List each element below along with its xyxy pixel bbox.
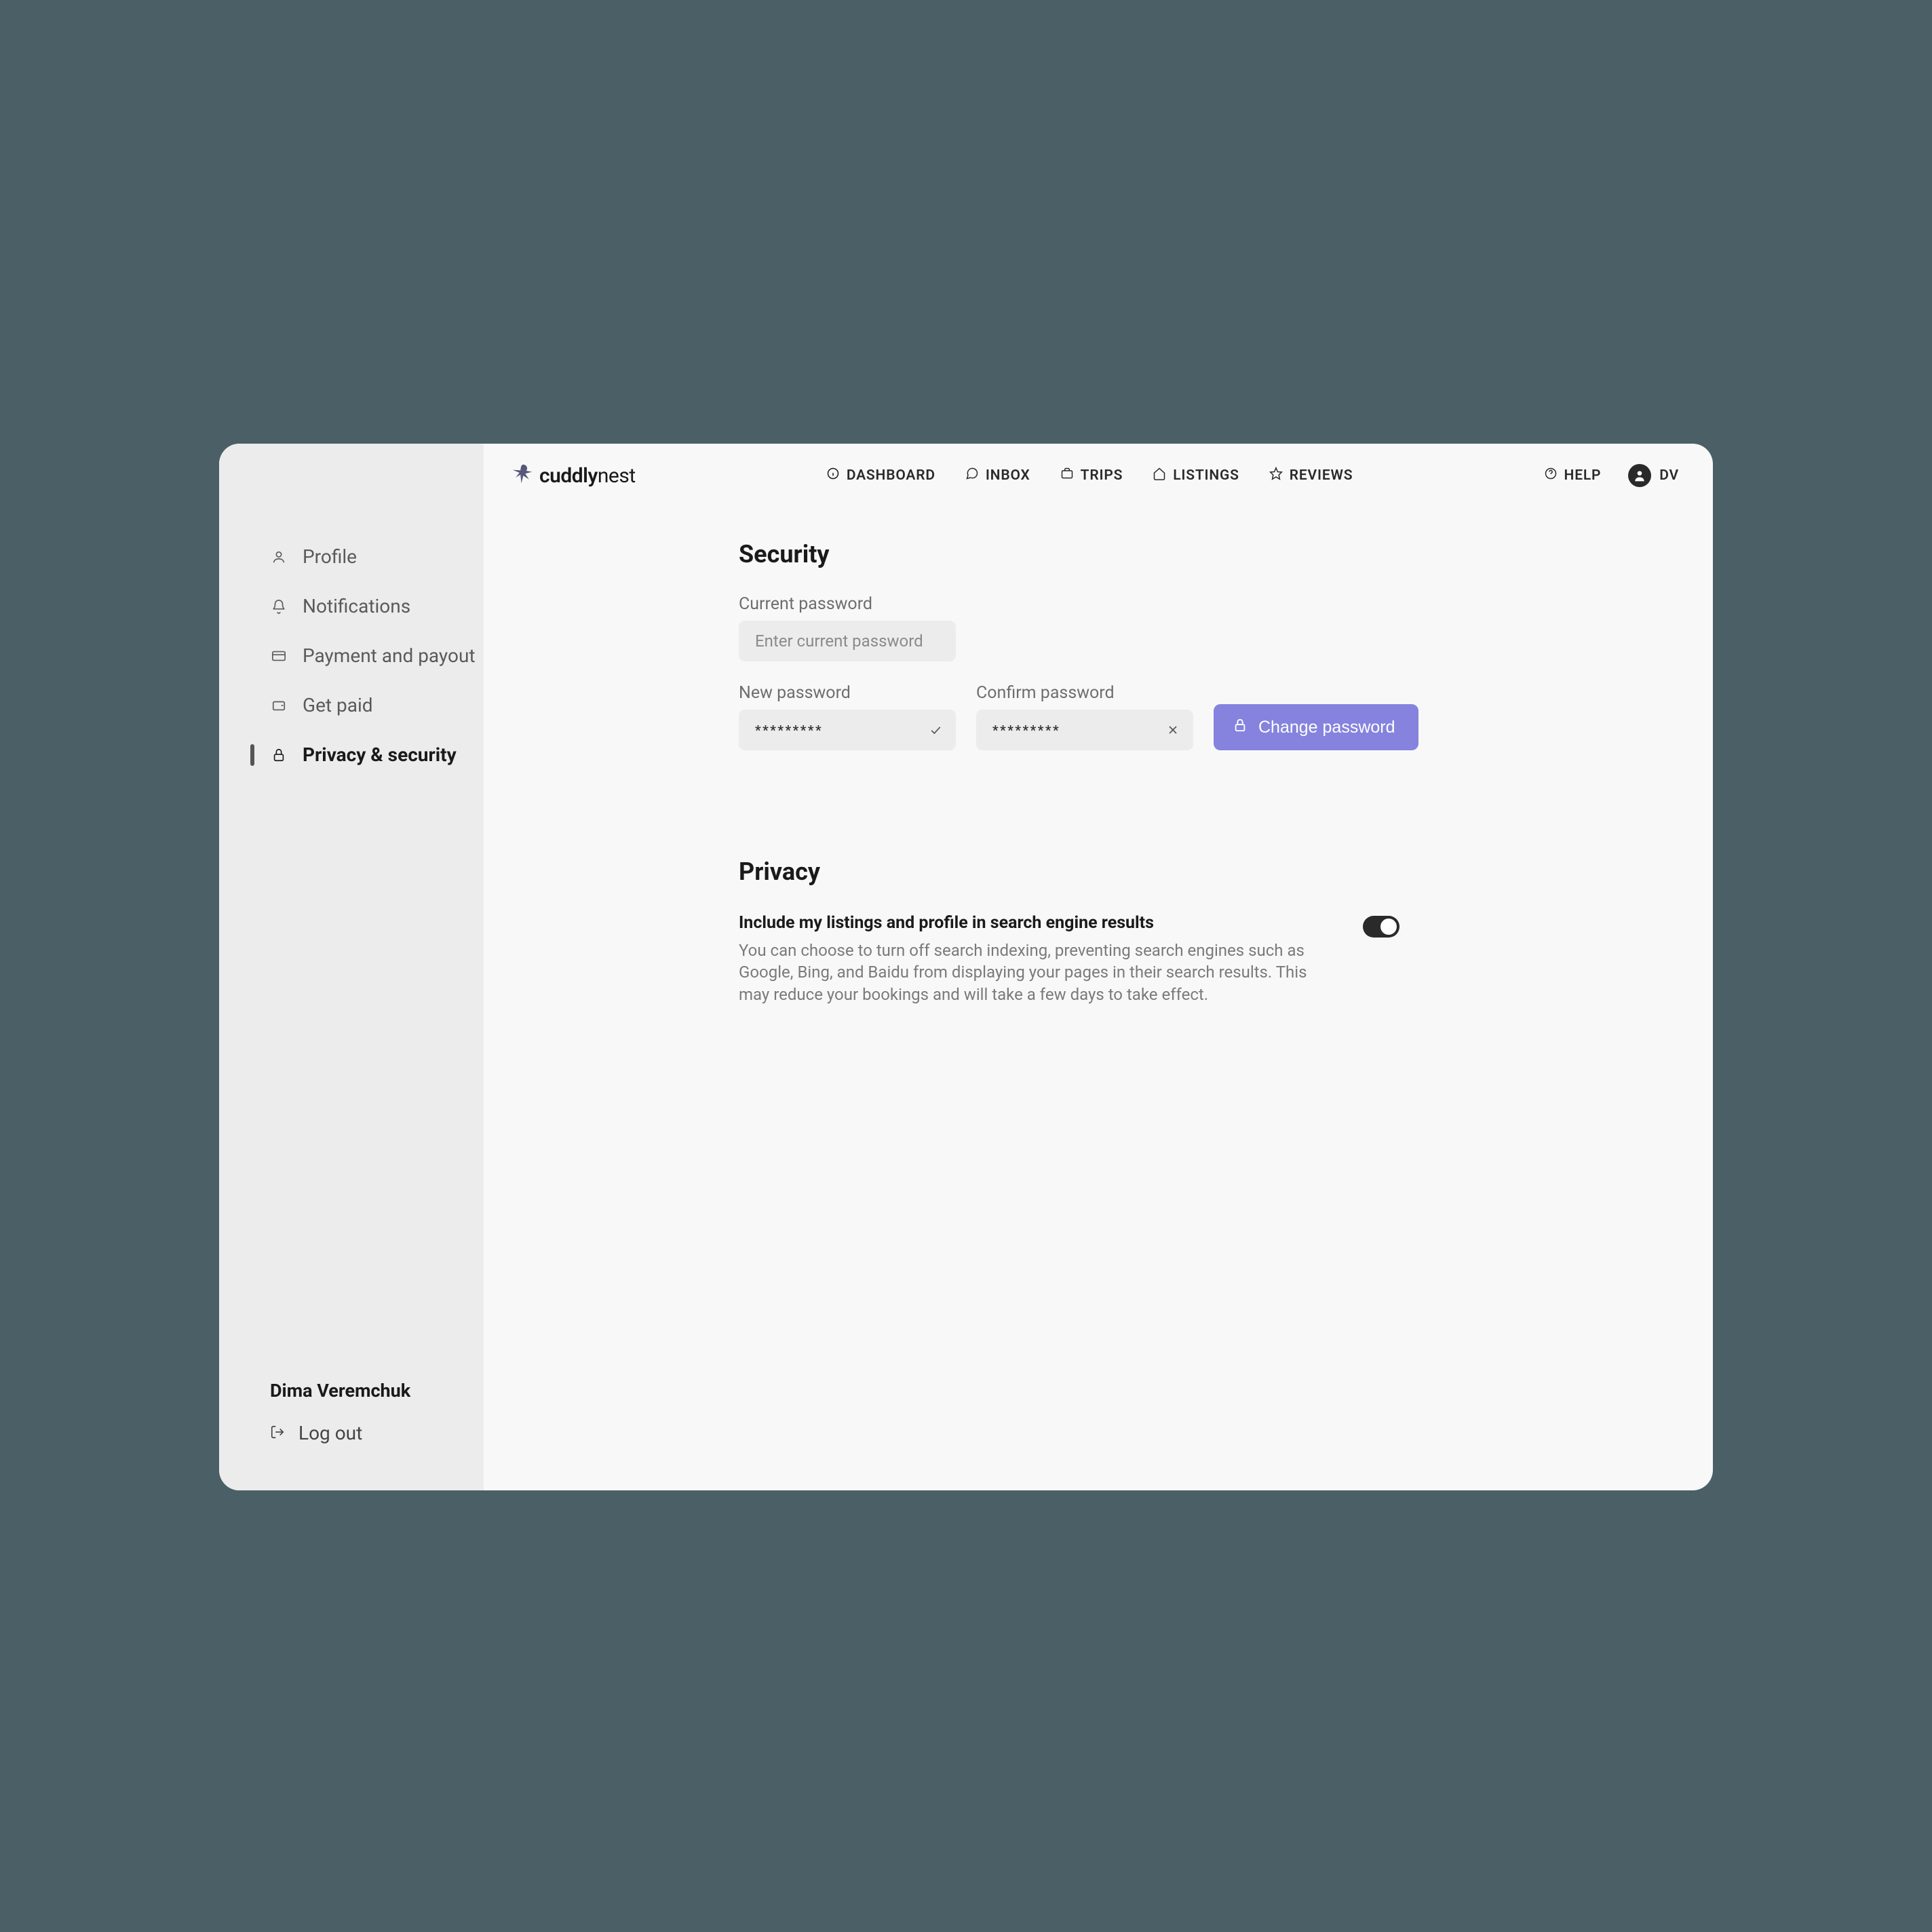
privacy-title: Privacy [739,857,1610,886]
confirm-password-input[interactable]: ********* [976,710,1193,750]
bell-icon [270,598,288,615]
app-window: Profile Notifications Payment and payout… [219,444,1713,1490]
sidebar-item-label: Profile [303,545,357,568]
toggle-knob [1380,919,1397,935]
content: Security Current password New password *… [484,507,1637,1005]
confirm-password-label: Confirm password [976,683,1193,703]
profile-menu[interactable]: DV [1628,464,1679,487]
current-password-label: Current password [739,594,1610,614]
brand-logo[interactable]: cuddlynest [511,463,636,488]
search-indexing-toggle[interactable] [1363,916,1399,938]
sidebar-item-get-paid[interactable]: Get paid [219,680,484,730]
new-password-value: ********* [755,722,823,738]
star-icon [1269,467,1283,484]
user-icon [270,548,288,566]
info-circle-icon [826,467,840,484]
close-icon[interactable] [1166,723,1180,737]
sidebar-item-notifications[interactable]: Notifications [219,581,484,631]
privacy-description: You can choose to turn off search indexi… [739,940,1322,1005]
privacy-subtitle: Include my listings and profile in searc… [739,913,1322,933]
topbar-right: HELP DV [1544,464,1679,487]
help-icon [1544,467,1558,484]
home-icon [1153,467,1166,484]
logout-button[interactable]: Log out [219,1410,484,1456]
nav-dashboard[interactable]: DASHBOARD [826,467,935,484]
current-password-field: Current password [739,594,1610,683]
credit-card-icon [270,647,288,665]
nav-reviews[interactable]: REVIEWS [1269,467,1353,484]
lock-icon [270,746,288,764]
sidebar-item-label: Payment and payout [303,644,476,667]
change-password-button[interactable]: Change password [1214,704,1418,750]
sidebar: Profile Notifications Payment and payout… [219,444,484,1490]
wallet-icon [270,697,288,714]
new-password-row: New password ********* Confirm password … [739,683,1610,750]
current-password-input-wrap [739,621,956,661]
change-password-label: Change password [1258,718,1395,737]
security-title: Security [739,540,1610,568]
check-icon [929,723,942,737]
sidebar-nav: Profile Notifications Payment and payout… [219,532,484,779]
sidebar-item-label: Privacy & security [303,743,457,766]
main: cuddlynest DASHBOARD INBOX [484,444,1713,1490]
chat-icon [965,467,979,484]
new-password-label: New password [739,683,956,703]
sidebar-item-label: Get paid [303,694,373,716]
nav-inbox[interactable]: INBOX [965,467,1030,484]
nav-trips[interactable]: TRIPS [1060,467,1123,484]
logout-icon [270,1422,285,1444]
avatar-initials: DV [1659,467,1679,484]
confirm-password-value: ********* [992,722,1060,738]
sidebar-item-label: Notifications [303,595,410,617]
briefcase-icon [1060,467,1074,484]
hummingbird-icon [511,463,534,488]
sidebar-item-payment[interactable]: Payment and payout [219,631,484,680]
topbar: cuddlynest DASHBOARD INBOX [484,444,1713,507]
sidebar-item-security[interactable]: Privacy & security [219,730,484,779]
sidebar-user-name: Dima Veremchuk [219,1380,484,1410]
current-password-input[interactable] [755,621,940,661]
brand-name: cuddlynest [539,464,636,488]
new-password-input[interactable]: ********* [739,710,956,750]
logout-label: Log out [298,1422,362,1444]
help-button[interactable]: HELP [1544,467,1602,484]
avatar-icon [1628,464,1651,487]
sidebar-item-profile[interactable]: Profile [219,532,484,581]
nav-listings[interactable]: LISTINGS [1153,467,1239,484]
top-nav: DASHBOARD INBOX TRIPS [826,467,1353,484]
lock-icon [1233,718,1248,737]
privacy-row: Include my listings and profile in searc… [739,913,1610,1005]
